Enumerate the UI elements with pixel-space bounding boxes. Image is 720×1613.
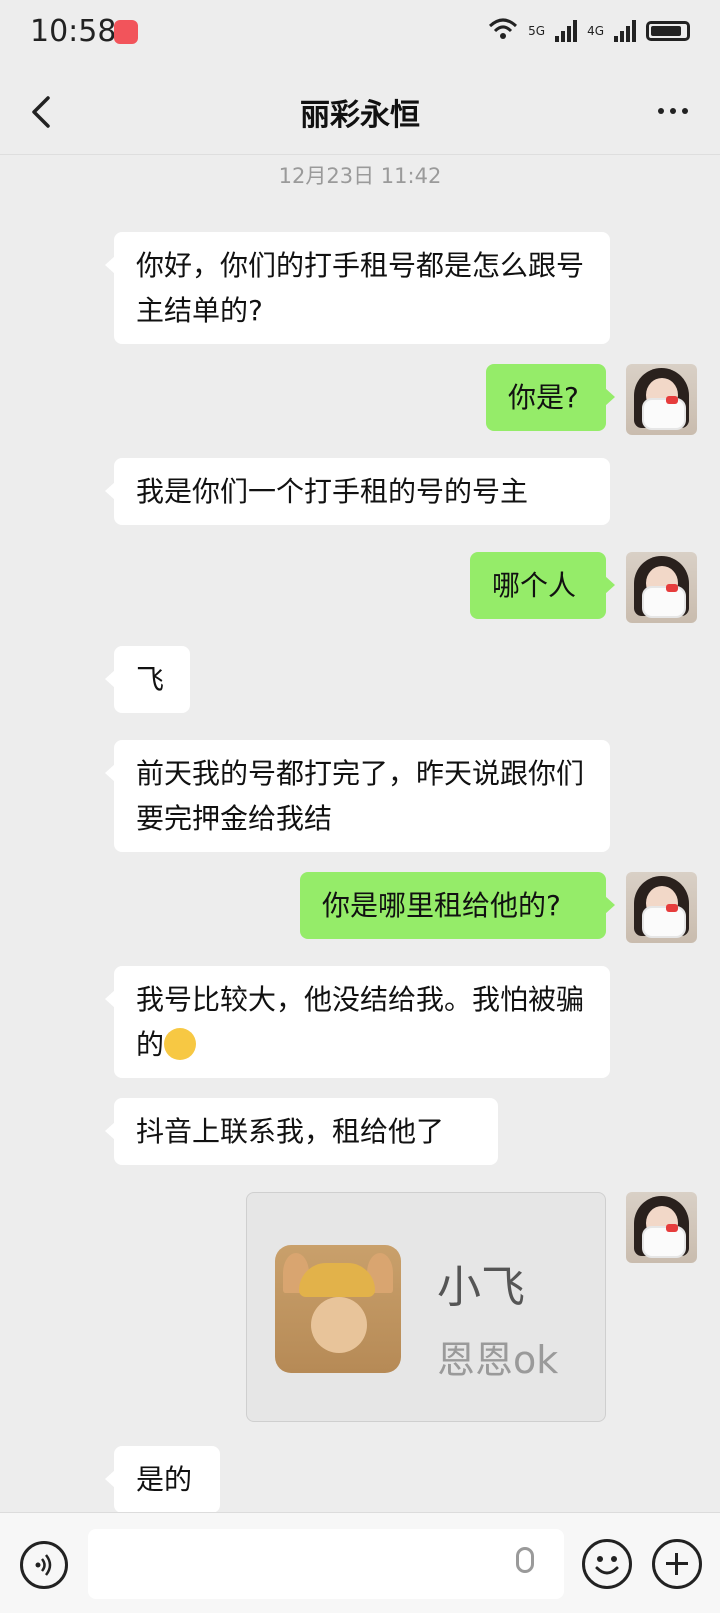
my-avatar[interactable] — [626, 552, 697, 623]
laugh-cry-emoji-icon — [164, 1028, 197, 1060]
my-avatar[interactable] — [626, 1192, 697, 1263]
message-incoming[interactable]: 是的 — [105, 1446, 220, 1513]
contact-card[interactable]: 小飞 恩恩ok — [246, 1192, 606, 1422]
contact-subtitle: 恩恩ok — [437, 1338, 559, 1382]
contact-name: 小飞 — [437, 1262, 525, 1313]
message-input[interactable] — [88, 1529, 564, 1599]
my-avatar[interactable] — [626, 364, 697, 435]
plus-icon[interactable] — [652, 1539, 702, 1589]
status-time: 10:58 — [30, 14, 117, 49]
message-incoming[interactable]: 你好，你们的打手租号都是怎么跟号主结单的? — [105, 232, 610, 344]
message-incoming[interactable]: 我是你们一个打手租的号的号主 — [105, 458, 610, 525]
more-icon[interactable] — [658, 108, 688, 114]
voice-icon[interactable] — [20, 1541, 68, 1589]
message-incoming[interactable]: 飞 — [105, 646, 190, 713]
message-outgoing[interactable]: 你是? — [486, 364, 615, 431]
network-5g-label: 5G — [528, 23, 546, 38]
my-avatar[interactable] — [626, 872, 697, 943]
shopping-bag-icon — [114, 20, 138, 44]
signal-icon-2 — [614, 19, 636, 42]
chat-title: 丽彩永恒 — [300, 98, 420, 133]
signal-icon — [555, 19, 578, 42]
status-icons: 5G 4G — [488, 18, 690, 43]
mic-icon[interactable] — [516, 1547, 534, 1573]
contact-avatar — [275, 1245, 401, 1373]
message-incoming[interactable]: 前天我的号都打完了，昨天说跟你们要完押金给我结 — [105, 740, 610, 852]
chat-header: 丽彩永恒 — [0, 68, 720, 155]
emoji-icon[interactable] — [582, 1539, 632, 1589]
message-incoming[interactable]: 我号比较大，他没结给我。我怕被骗的 — [105, 966, 610, 1078]
input-bar — [0, 1512, 720, 1613]
message-incoming[interactable]: 抖音上联系我，租给他了 — [105, 1098, 498, 1165]
message-timestamp: 12月23日 11:42 — [278, 164, 442, 188]
network-4g-label: 4G — [587, 23, 604, 38]
battery-icon — [646, 20, 690, 41]
message-text: 我号比较大，他没结给我。我怕被骗的 — [136, 983, 585, 1061]
wifi-icon — [488, 18, 518, 43]
status-bar: 10:58 5G 4G — [0, 0, 720, 68]
message-outgoing[interactable]: 你是哪里租给他的? — [300, 872, 615, 939]
message-outgoing[interactable]: 哪个人 — [470, 552, 615, 619]
